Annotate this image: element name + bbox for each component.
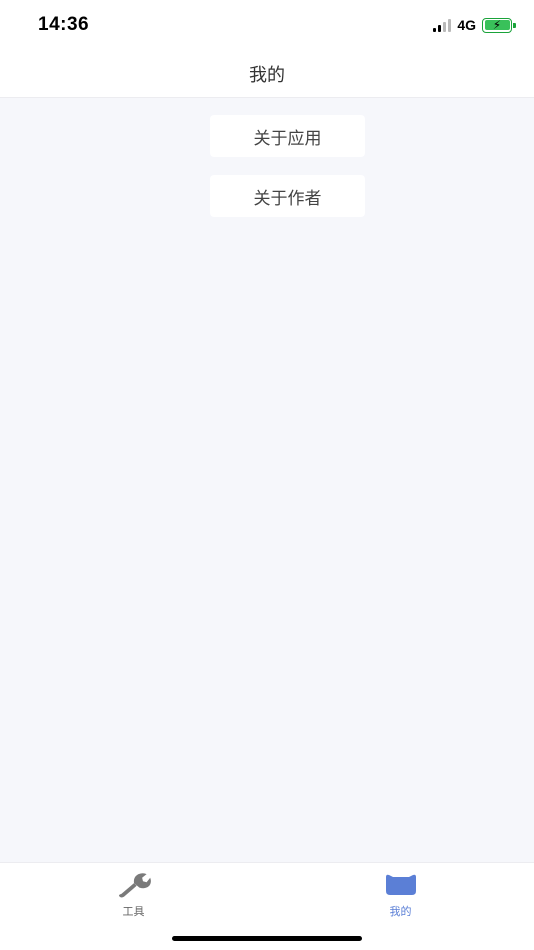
tab-mine-label: 我的 bbox=[389, 905, 412, 918]
charging-bolt-icon: ⚡ bbox=[492, 17, 502, 32]
about-author-button[interactable]: 关于作者 bbox=[210, 175, 365, 217]
page-title: 我的 bbox=[249, 64, 285, 86]
profile-icon bbox=[383, 869, 419, 899]
tab-tools-label: 工具 bbox=[122, 905, 145, 918]
wrench-icon bbox=[116, 869, 152, 899]
cellular-signal-icon bbox=[433, 18, 452, 32]
status-bar: 14:36 4G ⚡ bbox=[0, 0, 534, 50]
tab-mine[interactable]: 我的 bbox=[267, 863, 534, 919]
status-time: 14:36 bbox=[38, 14, 90, 35]
tab-tools[interactable]: 工具 bbox=[0, 863, 267, 919]
network-type: 4G bbox=[457, 17, 476, 33]
home-indicator[interactable] bbox=[172, 936, 362, 941]
status-indicators: 4G ⚡ bbox=[433, 17, 516, 33]
about-app-button[interactable]: 关于应用 bbox=[210, 115, 365, 157]
content-area: 关于应用 关于作者 bbox=[0, 98, 534, 862]
navigation-bar: 我的 bbox=[0, 50, 534, 98]
battery-icon: ⚡ bbox=[482, 17, 516, 33]
